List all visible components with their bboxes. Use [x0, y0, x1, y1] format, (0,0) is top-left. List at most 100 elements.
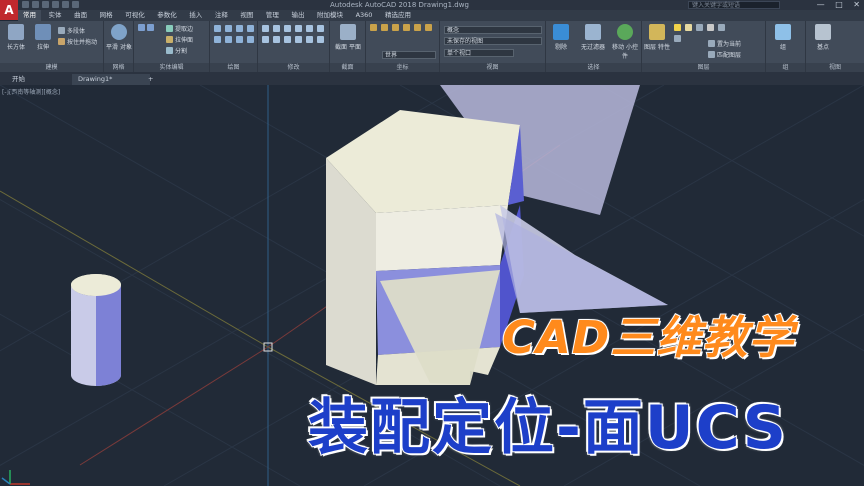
copy-icon [295, 25, 302, 32]
extract-edges-icon [166, 25, 173, 32]
draw-tools[interactable] [212, 24, 256, 46]
app-menu-button[interactable]: A [0, 0, 18, 20]
polygon-icon [225, 36, 232, 43]
tab-solid[interactable]: 实体 [44, 10, 67, 21]
presspull-button[interactable]: 按住并拖动 [58, 37, 97, 46]
match-layer-icon [708, 51, 715, 58]
undo-icon[interactable] [62, 1, 69, 8]
caption-course-title: CAD三维教学 [501, 310, 795, 365]
no-filter-button[interactable]: 无过滤器 [576, 24, 610, 51]
ucs-face-icon [403, 24, 410, 31]
panel-view: 概念 未保存的视图 单个视口 视图 [440, 21, 546, 72]
tab-surface[interactable]: 曲面 [69, 10, 92, 21]
box-icon [8, 24, 24, 40]
smooth-object-button[interactable]: 平滑 对象 [106, 24, 132, 51]
union-icon-row[interactable] [138, 24, 156, 32]
polysolid-icon [58, 27, 65, 34]
culling-button[interactable]: 剔除 [548, 24, 574, 51]
culling-icon [553, 24, 569, 40]
panel-title-mesh: 网格 [104, 63, 133, 72]
gizmo-icon [617, 24, 633, 40]
close-button[interactable]: ✕ [853, 0, 860, 9]
group-button[interactable]: 组 [770, 24, 796, 51]
tab-view[interactable]: 视图 [235, 10, 258, 21]
minimize-button[interactable]: — [817, 0, 825, 9]
box-button[interactable]: 长方体 [3, 24, 29, 51]
tab-insert[interactable]: 插入 [184, 10, 207, 21]
maximize-button[interactable]: □ [835, 0, 843, 9]
panel-title-view-base: 视图 [806, 63, 864, 72]
panel-solid-edit: 提取边 拉伸面 分割 实体编辑 [134, 21, 210, 72]
save-icon[interactable] [42, 1, 49, 8]
lock-icon [696, 24, 703, 31]
layer-properties-button[interactable]: 图层 特性 [644, 24, 670, 51]
named-view-dropdown[interactable]: 未保存的视图 [444, 37, 542, 45]
offset-icon [306, 36, 313, 43]
separate-button[interactable]: 分割 [166, 46, 187, 55]
erase-icon [273, 36, 280, 43]
ucs-world-icon [381, 24, 388, 31]
explode-icon [317, 36, 324, 43]
filter-icon [585, 24, 601, 40]
match-layer-button[interactable]: 匹配图层 [708, 50, 741, 59]
set-current-button[interactable]: 置为当前 [708, 39, 741, 48]
ucs-tools[interactable] [368, 23, 438, 34]
panel-title-modify: 修改 [258, 63, 329, 72]
caption-lesson-title: 装配定位-面UCS [307, 392, 788, 464]
tab-featured-apps[interactable]: 精选应用 [380, 10, 416, 21]
separate-icon [166, 47, 173, 54]
square-icon [707, 24, 714, 31]
line-icon [214, 25, 221, 32]
new-tab-plus-icon[interactable]: + [142, 74, 160, 85]
base-point-button[interactable]: 基点 [810, 24, 836, 51]
tab-output[interactable]: 输出 [286, 10, 309, 21]
smooth-object-icon [111, 24, 127, 40]
trim-icon [284, 25, 291, 32]
ellipse-icon [247, 36, 254, 43]
tab-mesh[interactable]: 网格 [95, 10, 118, 21]
tab-home[interactable]: 常用 [18, 10, 41, 21]
new-icon[interactable] [22, 1, 29, 8]
panel-view-base: 基点 视图 [806, 21, 864, 72]
panel-title-view: 视图 [440, 63, 545, 72]
move-icon [262, 25, 269, 32]
tab-drawing1[interactable]: Drawing1* [72, 74, 150, 85]
ucs-axis-icon [1, 470, 30, 485]
redo-icon[interactable] [72, 1, 79, 8]
tab-manage[interactable]: 管理 [261, 10, 284, 21]
modify-tools[interactable] [260, 24, 328, 46]
polyline-icon [225, 25, 232, 32]
panel-title-draw: 绘图 [210, 63, 257, 72]
visual-style-dropdown[interactable]: 概念 [444, 26, 542, 34]
window-title: Autodesk AutoCAD 2018 Drawing1.dwg [330, 1, 469, 9]
ucs-origin-icon [392, 24, 399, 31]
tab-a360[interactable]: A360 [351, 10, 378, 21]
extrude-faces-icon [166, 36, 173, 43]
panel-coordinates: 世界 坐标 [366, 21, 440, 72]
panel-modeling: 长方体 拉伸 多段体 按住并拖动 建模 [0, 21, 104, 72]
extrude-faces-button[interactable]: 拉伸面 [166, 35, 193, 44]
scale-icon [284, 36, 291, 43]
extract-edges-button[interactable]: 提取边 [166, 24, 193, 33]
viewport-config-dropdown[interactable]: 单个视口 [444, 49, 514, 57]
spline-icon [236, 36, 243, 43]
tab-visualize[interactable]: 可视化 [120, 10, 150, 21]
ucs-dropdown[interactable]: 世界 [382, 51, 436, 59]
tab-addins[interactable]: 附加模块 [312, 10, 348, 21]
title-bar: A Autodesk AutoCAD 2018 Drawing1.dwg 键入关… [0, 0, 864, 20]
base-point-icon [815, 24, 831, 40]
search-input[interactable]: 键入关键字或短语 [688, 1, 780, 9]
polysolid-button[interactable]: 多段体 [58, 26, 85, 35]
extrude-button[interactable]: 拉伸 [30, 24, 56, 51]
prism-front-upper-face [376, 205, 508, 271]
section-plane-button[interactable]: 截面 平面 [335, 24, 361, 51]
open-icon[interactable] [32, 1, 39, 8]
tab-parametric[interactable]: 参数化 [152, 10, 182, 21]
saveas-icon[interactable] [52, 1, 59, 8]
tab-annotate[interactable]: 注释 [210, 10, 233, 21]
sun-icon [685, 24, 692, 31]
tab-start[interactable]: 开始 [6, 74, 78, 85]
rotate-icon [273, 25, 280, 32]
move-gizmo-button[interactable]: 移动 小控件 [610, 24, 640, 60]
panel-modify: 修改 [258, 21, 330, 72]
